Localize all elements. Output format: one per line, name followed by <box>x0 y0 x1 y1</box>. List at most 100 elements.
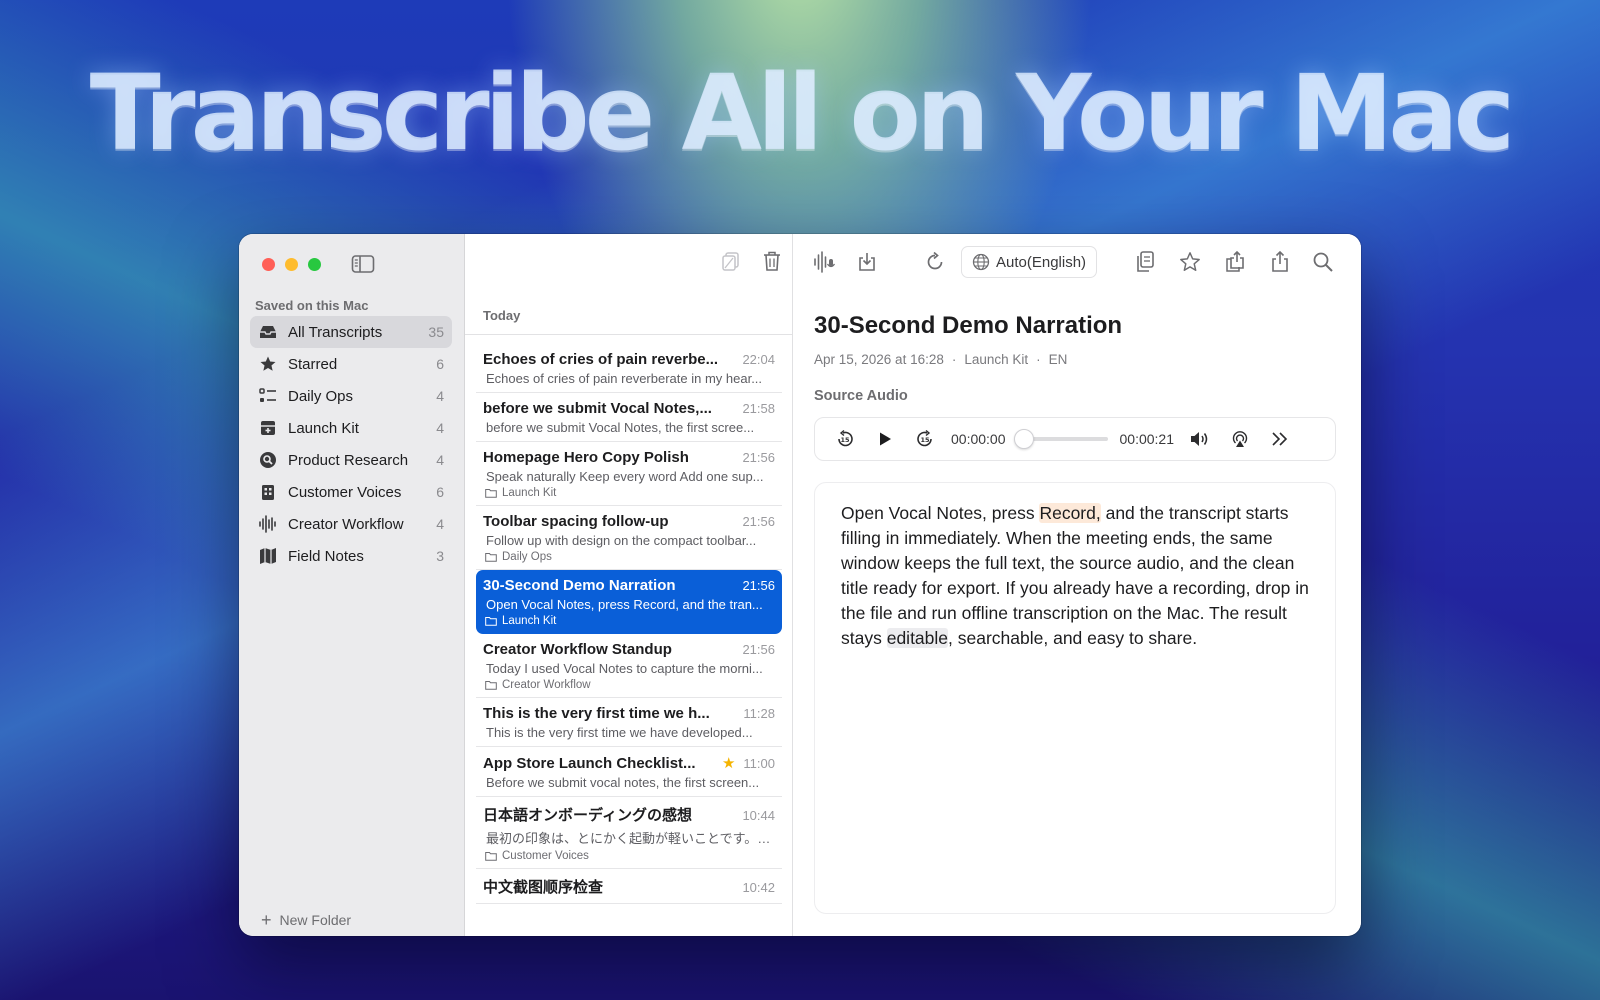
speed-forward-icon[interactable] <box>1269 428 1291 450</box>
transcript-body[interactable]: Open Vocal Notes, press Record, and the … <box>814 482 1336 914</box>
app-window: Saved on this Mac All Transcripts 35 Sta… <box>239 234 1361 936</box>
list-item-folder: Daily Ops <box>502 551 552 563</box>
list-section-header: Today <box>483 308 521 323</box>
transcript-meta: Apr 15, 2026 at 16:28 · Launch Kit · EN <box>814 352 1067 367</box>
sidebar-item-starred[interactable]: Starred 6 <box>250 348 452 380</box>
sidebar-item-label: Launch Kit <box>288 419 359 437</box>
list-item[interactable]: Echoes of cries of pain reverbe... 22:04 … <box>476 344 782 393</box>
tray-icon <box>258 322 278 342</box>
copy-icon[interactable] <box>1133 250 1157 274</box>
folder-icon <box>485 616 497 626</box>
current-time: 00:00:00 <box>951 431 1006 447</box>
folder-icon <box>485 851 497 861</box>
highlighted-word: editable <box>886 628 949 648</box>
list-item[interactable]: 中文截图顺序检查 10:42 <box>476 869 782 904</box>
sidebar-item-label: Daily Ops <box>288 387 354 405</box>
building-icon <box>258 482 278 502</box>
list-item-title: Homepage Hero Copy Polish <box>483 449 689 466</box>
transcript-list: Today Echoes of cries of pain reverbe...… <box>465 234 793 936</box>
highlighted-word: Record, <box>1039 503 1101 523</box>
list-item-snippet: Speak naturally Keep every word Add one … <box>486 469 764 484</box>
sidebar-item-count: 3 <box>436 548 444 564</box>
minimize-window-button[interactable] <box>285 258 298 271</box>
detail-toolbar: Auto(English) <box>793 234 1361 290</box>
list-item-title: before we submit Vocal Notes,... <box>483 400 712 417</box>
sidebar-item-count: 4 <box>436 516 444 532</box>
sidebar-item-product-research[interactable]: Product Research 4 <box>250 444 452 476</box>
list-item[interactable]: Toolbar spacing follow-up 21:56 Follow up… <box>476 506 782 570</box>
list-item-title: This is the very first time we h... <box>483 705 710 722</box>
list-item-snippet: Echoes of cries of pain reverberate in m… <box>486 371 763 386</box>
list-item-time: 21:56 <box>742 514 775 529</box>
list-item-time: 21:56 <box>742 450 775 465</box>
map-icon <box>258 546 278 566</box>
list-item-snippet: before we submit Vocal Notes, the first … <box>486 420 755 435</box>
sidebar-item-all-transcripts[interactable]: All Transcripts 35 <box>250 316 452 348</box>
volume-icon[interactable] <box>1189 428 1211 450</box>
skip-forward-15-icon[interactable]: 15 <box>914 428 936 450</box>
language-selector[interactable]: Auto(English) <box>961 246 1098 278</box>
sidebar-toggle-icon[interactable] <box>351 254 375 274</box>
list-item-time: 11:00 <box>743 756 775 771</box>
playback-slider[interactable] <box>1013 429 1108 449</box>
transcript-folder: Launch Kit <box>964 352 1029 367</box>
sidebar-item-count: 4 <box>436 388 444 404</box>
playback-slider-knob[interactable] <box>1013 429 1034 449</box>
duration-time: 00:00:21 <box>1119 431 1175 447</box>
list-item-folder: Launch Kit <box>502 487 557 499</box>
airplay-icon[interactable] <box>1229 428 1251 450</box>
list-item-snippet: Open Vocal Notes, press Record, and the … <box>486 597 763 612</box>
list-item-snippet: Today I used Vocal Notes to capture the … <box>486 661 763 676</box>
list-item-title: 30-Second Demo Narration <box>483 577 676 594</box>
hero-title: Transcribe All on Your Mac <box>89 52 1515 174</box>
list-item-title: Creator Workflow Standup <box>483 641 672 658</box>
list-item[interactable]: App Store Launch Checklist... ★ 11:00 Befo… <box>476 747 782 797</box>
sidebar-item-count: 6 <box>436 356 444 372</box>
import-icon[interactable] <box>855 250 879 274</box>
sidebar-item-field-notes[interactable]: Field Notes 3 <box>250 540 452 572</box>
list-toolbar <box>720 250 782 272</box>
transcript-title[interactable]: 30-Second Demo Narration <box>814 312 1122 340</box>
list-item[interactable]: Creator Workflow Standup 21:56 Today I us… <box>476 634 782 698</box>
zoom-window-button[interactable] <box>308 258 321 271</box>
sidebar-section-label: Saved on this Mac <box>255 298 369 313</box>
sidebar-item-daily-ops[interactable]: Daily Ops 4 <box>250 380 452 412</box>
svg-text:15: 15 <box>840 436 850 444</box>
sidebar-item-label: Product Research <box>288 451 409 469</box>
sidebar-item-launch-kit[interactable]: Launch Kit 4 <box>250 412 452 444</box>
sidebar-item-creator-workflow[interactable]: Creator Workflow 4 <box>250 508 452 540</box>
list-item-title: App Store Launch Checklist... <box>483 755 696 772</box>
list-item[interactable]: before we submit Vocal Notes,... 21:58 be… <box>476 393 782 442</box>
sidebar-item-label: Starred <box>288 355 338 373</box>
sidebar-item-customer-voices[interactable]: Customer Voices 6 <box>250 476 452 508</box>
list-item[interactable]: 日本語オンボーディングの感想 10:44 最初の印象は、とにかく起動が軽いことです… <box>476 797 782 869</box>
list-item[interactable]: Homepage Hero Copy Polish 21:56 Speak nat… <box>476 442 782 506</box>
list-item-title: Echoes of cries of pain reverbe... <box>483 351 719 368</box>
skip-back-15-icon[interactable]: 15 <box>834 428 856 450</box>
sidebar-item-label: All Transcripts <box>288 323 383 341</box>
list-divider <box>465 334 792 335</box>
sidebar-item-count: 4 <box>436 420 444 436</box>
share-stack-icon[interactable] <box>1223 250 1247 274</box>
waveform-mic-icon[interactable] <box>813 250 837 274</box>
detail-pane: Auto(English) 30-Second Demo Narration A… <box>793 234 1361 936</box>
refresh-icon[interactable] <box>923 250 947 274</box>
trash-icon[interactable] <box>762 250 782 272</box>
play-icon[interactable] <box>874 428 896 450</box>
list-item-selected[interactable]: 30-Second Demo Narration 21:56 Open Vocal… <box>476 570 782 634</box>
copy-stack-icon[interactable] <box>720 250 742 272</box>
star-outline-icon[interactable] <box>1178 250 1202 274</box>
svg-text:15: 15 <box>920 436 930 444</box>
folder-icon <box>485 680 497 690</box>
share-icon[interactable] <box>1268 250 1292 274</box>
meta-separator: · <box>951 352 957 367</box>
sidebar-item-count: 4 <box>436 452 444 468</box>
transcript-language: EN <box>1048 352 1068 367</box>
close-window-button[interactable] <box>262 258 275 271</box>
new-folder-button[interactable]: + New Folder <box>261 911 351 929</box>
search-icon[interactable] <box>1311 250 1335 274</box>
list-item[interactable]: This is the very first time we h... 11:28… <box>476 698 782 747</box>
list-item-snippet: Follow up with design on the compact too… <box>486 533 757 548</box>
transcript-text-part: , searchable, and easy to share. <box>948 628 1198 648</box>
sidebar-item-count: 35 <box>428 324 444 340</box>
